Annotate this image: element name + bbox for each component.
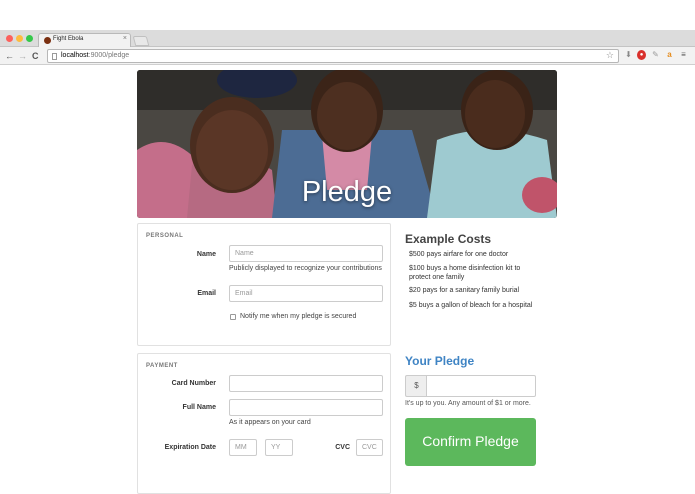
card-number-field[interactable] [229, 375, 383, 392]
confirm-pledge-button[interactable]: Confirm Pledge [405, 418, 536, 466]
cost-item: $500 pays airfare for one doctor [409, 251, 509, 258]
back-button[interactable]: ← [5, 50, 14, 62]
notify-label: Notify me when my pledge is secured [240, 313, 357, 320]
name-help: Publicly displayed to recognize your con… [229, 265, 382, 272]
full-name-field[interactable] [229, 399, 383, 416]
full-name-help: As it appears on your card [229, 419, 311, 426]
cvc-label: CVC [335, 444, 350, 451]
tab-close-icon[interactable]: × [123, 35, 127, 42]
name-label: Name [196, 251, 216, 258]
expiration-label: Expiration Date [164, 444, 216, 451]
browser-toolbar: ← → C localhost:9000/pledge ☆ ⬇ ● ✎ a ≡ [0, 47, 695, 65]
minimize-window-button[interactable] [16, 35, 23, 42]
new-tab-button[interactable] [132, 36, 150, 46]
example-costs-title: Example Costs [405, 232, 492, 246]
close-window-button[interactable] [6, 35, 13, 42]
address-bar[interactable]: localhost:9000/pledge ☆ [47, 49, 619, 63]
cvc-field[interactable]: CVC [356, 439, 383, 456]
card-number-label: Card Number [171, 380, 216, 387]
notify-checkbox[interactable] [230, 314, 236, 320]
maximize-window-button[interactable] [26, 35, 33, 42]
full-name-label: Full Name [182, 404, 216, 411]
browser-tab[interactable]: Fight Ebola × [38, 33, 131, 47]
extension-icon[interactable]: ⬇ [624, 50, 633, 60]
browser-titlebar: Fight Ebola × [0, 30, 695, 47]
cost-item: $100 buys a home disinfection kit to pro… [409, 265, 521, 281]
exp-month-field[interactable]: MM [229, 439, 257, 456]
name-field[interactable]: Name [229, 245, 383, 262]
reload-button[interactable]: C [32, 50, 39, 62]
your-pledge-title: Your Pledge [405, 354, 475, 368]
currency-addon: $ [405, 375, 427, 397]
section-personal: PERSONAL [146, 233, 184, 239]
payment-panel: PAYMENT Card Number Full Name As it appe… [137, 353, 391, 494]
amazon-icon[interactable]: a [665, 50, 674, 60]
cost-item: $5 buys a gallon of bleach for a hospita… [409, 302, 533, 309]
url-text: localhost:9000/pledge [61, 52, 130, 59]
bookmark-star-icon[interactable]: ☆ [606, 50, 614, 61]
section-payment: PAYMENT [146, 363, 178, 369]
favicon-icon [44, 37, 51, 44]
page-content: Pledge PERSONAL Name Name Publicly displ… [0, 66, 695, 494]
cost-item: $20 pays for a sanitary family burial [409, 287, 520, 294]
personal-panel: PERSONAL Name Name Publicly displayed to… [137, 223, 391, 346]
page-title: Pledge [301, 176, 393, 208]
email-label: Email [197, 290, 216, 297]
exp-year-field[interactable]: YY [265, 439, 293, 456]
email-field[interactable]: Email [229, 285, 383, 302]
menu-icon[interactable]: ≡ [679, 50, 688, 60]
pledge-help: It's up to you. Any amount of $1 or more… [405, 400, 531, 407]
pledge-amount-field[interactable] [426, 375, 536, 397]
page-icon [52, 53, 57, 60]
tab-title: Fight Ebola [53, 36, 84, 42]
eyedropper-icon[interactable]: ✎ [651, 50, 660, 60]
adblock-icon[interactable]: ● [637, 50, 646, 60]
hero-image: Pledge [137, 70, 557, 218]
forward-button[interactable]: → [18, 50, 27, 62]
